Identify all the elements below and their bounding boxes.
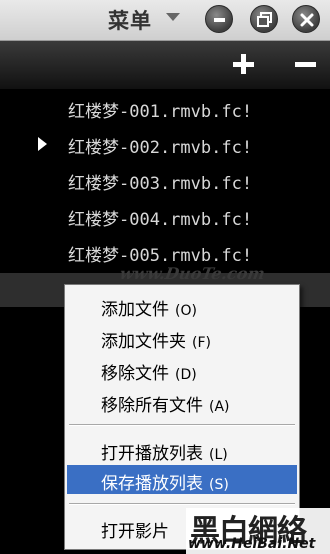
playlist-item[interactable]: 红楼梦-002.rmvb.fc! xyxy=(0,127,330,161)
menu-item-label: 保存播放列表 xyxy=(101,474,203,494)
watermark-text: www.DuoTe.com xyxy=(118,264,267,283)
menu-item-add-folder[interactable]: 添加文件夹 (F) xyxy=(67,323,297,352)
playlist-item-label: 红楼梦-005.rmvb.fc! xyxy=(68,246,253,266)
menu-item-label: 移除所有文件 xyxy=(101,396,203,416)
logo-url-text: www.HeiBai.Net xyxy=(188,536,316,552)
menu-item-remove-all-files[interactable]: 移除所有文件 (A) xyxy=(67,387,297,416)
menu-separator xyxy=(69,424,295,426)
menu-item-label: 添加文件夹 xyxy=(101,332,186,352)
menu-item-label: 打开播放列表 xyxy=(101,444,203,464)
playlist-item-label: 红楼梦-003.rmvb.fc! xyxy=(68,174,253,194)
menu-item-shortcut: (L) xyxy=(209,447,228,463)
plus-icon xyxy=(233,54,254,74)
menu-item-remove-file[interactable]: 移除文件 (D) xyxy=(67,355,297,384)
restore-icon xyxy=(257,12,272,27)
menu-item-shortcut: (D) xyxy=(175,367,197,383)
playlist-item[interactable]: 红楼梦-003.rmvb.fc! xyxy=(0,163,330,197)
restore-button[interactable] xyxy=(250,5,278,33)
now-playing-icon xyxy=(38,137,47,151)
minimize-button[interactable] xyxy=(205,5,233,33)
add-button[interactable] xyxy=(230,51,258,79)
menu-item-shortcut: (F) xyxy=(192,335,211,351)
playlist-item-label: 红楼梦-004.rmvb.fc! xyxy=(68,210,253,230)
playlist-item-label: 红楼梦-002.rmvb.fc! xyxy=(68,138,253,158)
menu-separator xyxy=(69,503,295,505)
title-bar: 菜单 xyxy=(0,0,330,41)
close-button[interactable] xyxy=(292,5,320,33)
menu-item-shortcut: (A) xyxy=(209,399,230,415)
minus-icon xyxy=(295,62,316,67)
menu-item-open-playlist[interactable]: 打开播放列表 (L) xyxy=(67,435,297,464)
menu-item-save-playlist[interactable]: 保存播放列表 (S) xyxy=(67,465,297,494)
menu-item-label: 添加文件 xyxy=(101,300,169,320)
close-icon xyxy=(300,13,314,27)
menu-dropdown-icon[interactable] xyxy=(166,13,180,21)
menu-item-shortcut: (S) xyxy=(209,477,229,493)
playlist-toolbar xyxy=(0,41,330,90)
menu-item-label: 打开影片 xyxy=(101,522,169,542)
menu-item-shortcut: (O) xyxy=(175,303,197,319)
playlist-item[interactable]: 红楼梦-004.rmvb.fc! xyxy=(0,199,330,233)
menu-item-label: 移除文件 xyxy=(101,364,169,384)
menu-item-add-file[interactable]: 添加文件 (O) xyxy=(67,291,297,320)
menu-button[interactable]: 菜单 xyxy=(108,5,152,33)
playlist-item-label: 红楼梦-001.rmvb.fc! xyxy=(68,102,253,122)
site-logo: 黑白網絡 www.HeiBai.Net xyxy=(186,508,330,554)
minimize-icon xyxy=(214,18,225,22)
playlist-item[interactable]: 红楼梦-001.rmvb.fc! xyxy=(0,91,330,125)
remove-button[interactable] xyxy=(292,51,320,79)
